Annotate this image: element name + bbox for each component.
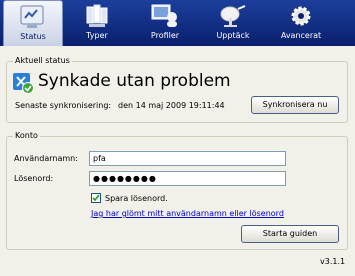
version-label: v3.1.1 — [320, 257, 346, 266]
save-password-checkbox[interactable] — [91, 193, 101, 203]
tab-label: Upptäck — [216, 31, 250, 40]
account-group: Konto Användarnamn: pfa Lösenord: ●●●●●●… — [6, 131, 348, 250]
username-label: Användarnamn: — [14, 154, 78, 163]
start-wizard-button[interactable]: Starta guiden — [241, 225, 339, 243]
sync-ok-icon — [12, 72, 34, 96]
tab-label: Typer — [86, 31, 108, 40]
status-icon — [19, 4, 47, 32]
tab-label: Profiler — [150, 31, 180, 40]
tab-upptack[interactable]: Upptäck — [204, 0, 262, 44]
password-label: Lösenord: — [14, 174, 54, 183]
gear-icon — [287, 3, 315, 31]
tab-label: Avancerat — [280, 31, 322, 40]
sync-now-button[interactable]: Synkronisera nu — [251, 96, 339, 114]
forgot-credentials-link[interactable]: Jag har glömt mitt användarnamn eller lö… — [91, 209, 284, 218]
profiles-icon — [150, 3, 180, 31]
status-group-title: Aktuell status — [13, 56, 72, 65]
tab-typer[interactable]: Typer — [68, 0, 126, 44]
toolbar: Status Typer Profiler Upptäck Avancerat — [0, 0, 355, 46]
username-field[interactable]: pfa — [89, 151, 286, 166]
file-types-icon — [83, 3, 111, 31]
discover-icon — [218, 3, 248, 31]
account-group-title: Konto — [13, 131, 40, 140]
save-password-label: Spara lösenord. — [105, 194, 168, 203]
tab-label: Status — [20, 32, 46, 41]
status-group: Aktuell status Synkade utan problem Sena… — [6, 56, 348, 123]
status-headline: Synkade utan problem — [38, 71, 231, 91]
tab-profiler[interactable]: Profiler — [136, 0, 194, 44]
last-sync-label: Senaste synkronisering: — [15, 101, 112, 110]
tab-status[interactable]: Status — [3, 0, 63, 46]
tab-avancerat[interactable]: Avancerat — [272, 0, 330, 44]
last-sync-value: den 14 maj 2009 19:11:44 — [118, 101, 225, 110]
password-field[interactable]: ●●●●●●●● — [89, 171, 286, 186]
